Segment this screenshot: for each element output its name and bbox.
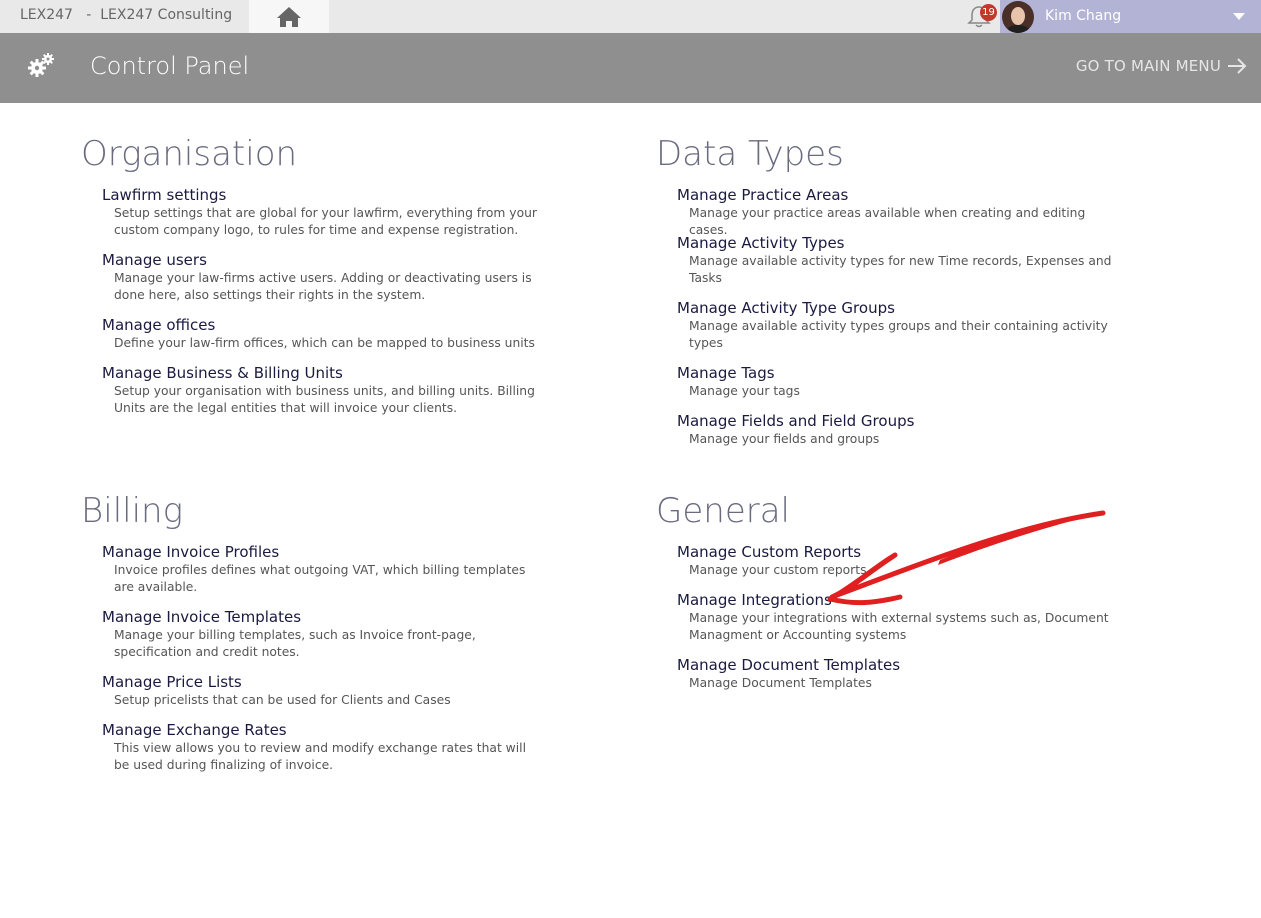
manage-practice-areas-link[interactable]: Manage Practice Areas <box>677 185 1117 205</box>
item-description: Manage your integrations with external s… <box>689 611 1109 642</box>
home-button[interactable] <box>249 0 329 33</box>
manage-offices-link[interactable]: Manage offices <box>102 315 542 335</box>
list-item: Manage Invoice Templates Manage your bil… <box>102 607 542 661</box>
list-item: Manage Document Templates Manage Documen… <box>677 655 1117 692</box>
list-item: Manage Fields and Field Groups Manage yo… <box>677 411 1117 448</box>
item-description: Setup pricelists that can be used for Cl… <box>114 693 451 707</box>
list-item: Manage Exchange Rates This view allows y… <box>102 720 542 774</box>
item-description: Manage available activity types for new … <box>689 254 1112 285</box>
app-title: LEX247 - LEX247 Consulting <box>20 7 233 23</box>
manage-document-templates-link[interactable]: Manage Document Templates <box>677 655 1117 675</box>
list-item: Manage Invoice Profiles Invoice profiles… <box>102 542 542 596</box>
gears-icon <box>28 53 54 77</box>
go-to-main-menu-link[interactable]: GO TO MAIN MENU <box>1076 57 1247 75</box>
item-description: Manage your billing templates, such as I… <box>114 628 476 659</box>
item-description: Setup settings that are global for your … <box>114 206 537 237</box>
manage-price-lists-link[interactable]: Manage Price Lists <box>102 672 542 692</box>
list-item: Manage users Manage your law-firms activ… <box>102 250 542 304</box>
section-title-general: General <box>656 491 790 531</box>
manage-business-billing-units-link[interactable]: Manage Business & Billing Units <box>102 363 542 383</box>
chevron-down-icon[interactable] <box>1233 13 1245 20</box>
section-title-organisation: Organisation <box>81 134 298 174</box>
arrow-right-icon <box>1228 58 1247 74</box>
manage-users-link[interactable]: Manage users <box>102 250 542 270</box>
section-title-billing: Billing <box>81 491 183 531</box>
avatar[interactable] <box>1002 1 1034 33</box>
home-icon <box>277 6 301 27</box>
user-name[interactable]: Kim Chang <box>1045 8 1121 24</box>
item-description: This view allows you to review and modif… <box>114 741 526 772</box>
top-bar: LEX247 - LEX247 Consulting 19 Kim Chang <box>0 0 1261 33</box>
list-item: Manage Activity Type Groups Manage avail… <box>677 298 1117 352</box>
section-title-data-types: Data Types <box>656 134 844 174</box>
item-description: Manage your tags <box>689 384 800 398</box>
list-item: Manage offices Define your law-firm offi… <box>102 315 542 352</box>
list-item: Manage Price Lists Setup pricelists that… <box>102 672 542 709</box>
list-item: Manage Business & Billing Units Setup yo… <box>102 363 542 417</box>
list-item: Manage Practice Areas Manage your practi… <box>677 185 1117 239</box>
manage-invoice-templates-link[interactable]: Manage Invoice Templates <box>102 607 542 627</box>
manage-fields-link[interactable]: Manage Fields and Field Groups <box>677 411 1117 431</box>
manage-exchange-rates-link[interactable]: Manage Exchange Rates <box>102 720 542 740</box>
list-item: Lawfirm settings Setup settings that are… <box>102 185 542 239</box>
manage-activity-type-groups-link[interactable]: Manage Activity Type Groups <box>677 298 1117 318</box>
manage-invoice-profiles-link[interactable]: Manage Invoice Profiles <box>102 542 542 562</box>
item-description: Manage your law-firms active users. Addi… <box>114 271 532 302</box>
list-item: Manage Activity Types Manage available a… <box>677 233 1117 287</box>
list-item: Manage Tags Manage your tags <box>677 363 1117 400</box>
item-description: Manage Document Templates <box>689 676 872 690</box>
page-title: Control Panel <box>90 52 250 80</box>
item-description: Setup your organisation with business un… <box>114 384 535 415</box>
lawfirm-settings-link[interactable]: Lawfirm settings <box>102 185 542 205</box>
manage-tags-link[interactable]: Manage Tags <box>677 363 1117 383</box>
notification-badge: 19 <box>980 4 997 21</box>
item-description: Invoice profiles defines what outgoing V… <box>114 563 526 594</box>
item-description: Define your law-firm offices, which can … <box>114 336 535 350</box>
manage-activity-types-link[interactable]: Manage Activity Types <box>677 233 1117 253</box>
annotation-arrow-icon <box>827 510 1106 606</box>
item-description: Manage your fields and groups <box>689 432 880 446</box>
main-menu-label: GO TO MAIN MENU <box>1075 57 1221 75</box>
user-menu[interactable] <box>1000 0 1261 33</box>
item-description: Manage available activity types groups a… <box>689 319 1108 350</box>
